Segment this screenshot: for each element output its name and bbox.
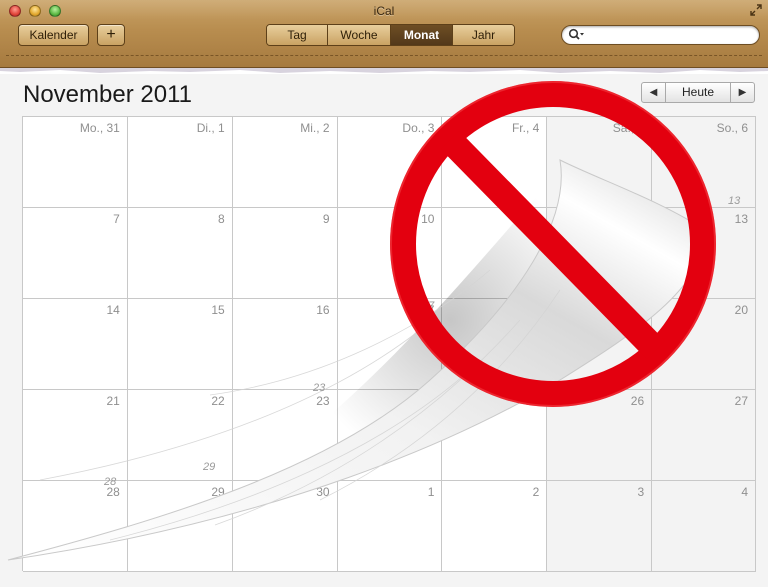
day-cell[interactable]: 8: [127, 208, 233, 299]
day-cell[interactable]: 14: [23, 299, 128, 390]
day-number: 4: [741, 485, 749, 499]
day-cell[interactable]: 20: [652, 299, 757, 390]
day-cell[interactable]: Sa., 5: [547, 117, 653, 208]
day-cell[interactable]: 26: [547, 390, 653, 481]
day-number: 20: [734, 303, 749, 317]
month-grid: Mo., 31 Di., 1 Mi., 2 Do., 3 Fr., 4 Sa.,…: [22, 116, 757, 572]
day-number: 16: [316, 303, 330, 317]
day-cell[interactable]: 11: [442, 208, 548, 299]
day-number: 21: [106, 394, 120, 408]
day-cell[interactable]: 25: [442, 390, 548, 481]
day-cell[interactable]: 29: [127, 481, 233, 572]
day-number: 15: [211, 303, 225, 317]
month-title: November 2011: [23, 81, 192, 108]
day-number: 17: [421, 303, 435, 317]
day-cell[interactable]: 10: [337, 208, 443, 299]
day-cell[interactable]: 18: [442, 299, 548, 390]
day-cell[interactable]: Fr., 4: [442, 117, 548, 208]
day-cell[interactable]: Mo., 31: [23, 117, 128, 208]
day-number: 1: [427, 485, 435, 499]
day-number: 18: [525, 303, 540, 317]
tab-tag[interactable]: Tag: [267, 25, 328, 45]
day-cell[interactable]: 13: [652, 208, 757, 299]
day-number: Di., 1: [196, 121, 225, 135]
next-month-button[interactable]: ▶: [730, 83, 754, 102]
week-row: 14 15 16 17 18 19 20: [23, 299, 757, 390]
tab-jahr[interactable]: Jahr: [453, 25, 514, 45]
tab-monat[interactable]: Monat: [391, 25, 453, 45]
day-number: 8: [218, 212, 225, 226]
search-input[interactable]: [586, 27, 754, 43]
day-cell[interactable]: 1: [337, 481, 443, 572]
day-number: 24: [421, 394, 435, 408]
day-cell[interactable]: 21: [23, 390, 128, 481]
day-cell[interactable]: 3: [547, 481, 653, 572]
week-row: 21 22 23 24 25 26 27: [23, 390, 757, 481]
day-number: Mi., 2: [300, 121, 330, 135]
day-number: 22: [211, 394, 225, 408]
day-cell[interactable]: 16: [232, 299, 338, 390]
today-button[interactable]: Heute: [666, 83, 730, 102]
day-number: 14: [106, 303, 120, 317]
window-toolbar: iCal Kalender + Tag Woche Monat Jahr: [0, 0, 768, 68]
day-number: 19: [630, 303, 645, 317]
day-cell[interactable]: Di., 1: [127, 117, 233, 208]
day-number: 29: [211, 485, 225, 499]
search-icon[interactable]: [568, 28, 584, 42]
day-number: 13: [734, 212, 749, 226]
week-row: 7 8 9 10 11 12 13: [23, 208, 757, 299]
day-number: 7: [113, 212, 120, 226]
add-event-button[interactable]: +: [97, 24, 125, 46]
day-number: 12: [630, 212, 645, 226]
previous-month-button[interactable]: ◀: [642, 83, 666, 102]
search-field[interactable]: [561, 25, 760, 45]
day-number: So., 6: [716, 121, 749, 135]
week-row: 28 29 30 1 2 3 4: [23, 481, 757, 572]
day-number: 10: [421, 212, 435, 226]
day-cell[interactable]: 15: [127, 299, 233, 390]
fullscreen-icon[interactable]: [750, 4, 762, 16]
day-number: 25: [525, 394, 540, 408]
day-cell[interactable]: 12: [547, 208, 653, 299]
day-cell[interactable]: 7: [23, 208, 128, 299]
tab-woche[interactable]: Woche: [328, 25, 391, 45]
month-navigation: ◀ Heute ▶: [641, 82, 755, 103]
day-cell[interactable]: 4: [652, 481, 757, 572]
day-cell[interactable]: 28: [23, 481, 128, 572]
day-number: Mo., 31: [79, 121, 120, 135]
day-cell[interactable]: 23: [232, 390, 338, 481]
day-cell[interactable]: 9: [232, 208, 338, 299]
day-cell[interactable]: 19: [547, 299, 653, 390]
day-number: 2: [532, 485, 540, 499]
day-number: Fr., 4: [511, 121, 540, 135]
day-number: 27: [734, 394, 749, 408]
day-cell[interactable]: 30: [232, 481, 338, 572]
day-cell[interactable]: 22: [127, 390, 233, 481]
day-number: 26: [630, 394, 645, 408]
day-number: 9: [322, 212, 330, 226]
day-number: Do., 3: [402, 121, 435, 135]
day-cell[interactable]: 24: [337, 390, 443, 481]
day-number: 23: [316, 394, 330, 408]
view-switcher: Tag Woche Monat Jahr: [266, 24, 515, 46]
day-cell[interactable]: 2: [442, 481, 548, 572]
day-cell[interactable]: So., 6: [652, 117, 757, 208]
day-cell[interactable]: Do., 3: [337, 117, 443, 208]
week-row: Mo., 31 Di., 1 Mi., 2 Do., 3 Fr., 4 Sa.,…: [23, 117, 757, 208]
day-number: 11: [526, 212, 540, 226]
day-cell[interactable]: 27: [652, 390, 757, 481]
day-number: 28: [106, 485, 120, 499]
day-number: Sa., 5: [612, 121, 645, 135]
day-cell[interactable]: 17: [337, 299, 443, 390]
window-title: iCal: [373, 4, 395, 18]
day-cell[interactable]: Mi., 2: [232, 117, 338, 208]
day-number: 30: [316, 485, 330, 499]
calendars-button[interactable]: Kalender: [18, 24, 89, 46]
day-number: 3: [637, 485, 645, 499]
